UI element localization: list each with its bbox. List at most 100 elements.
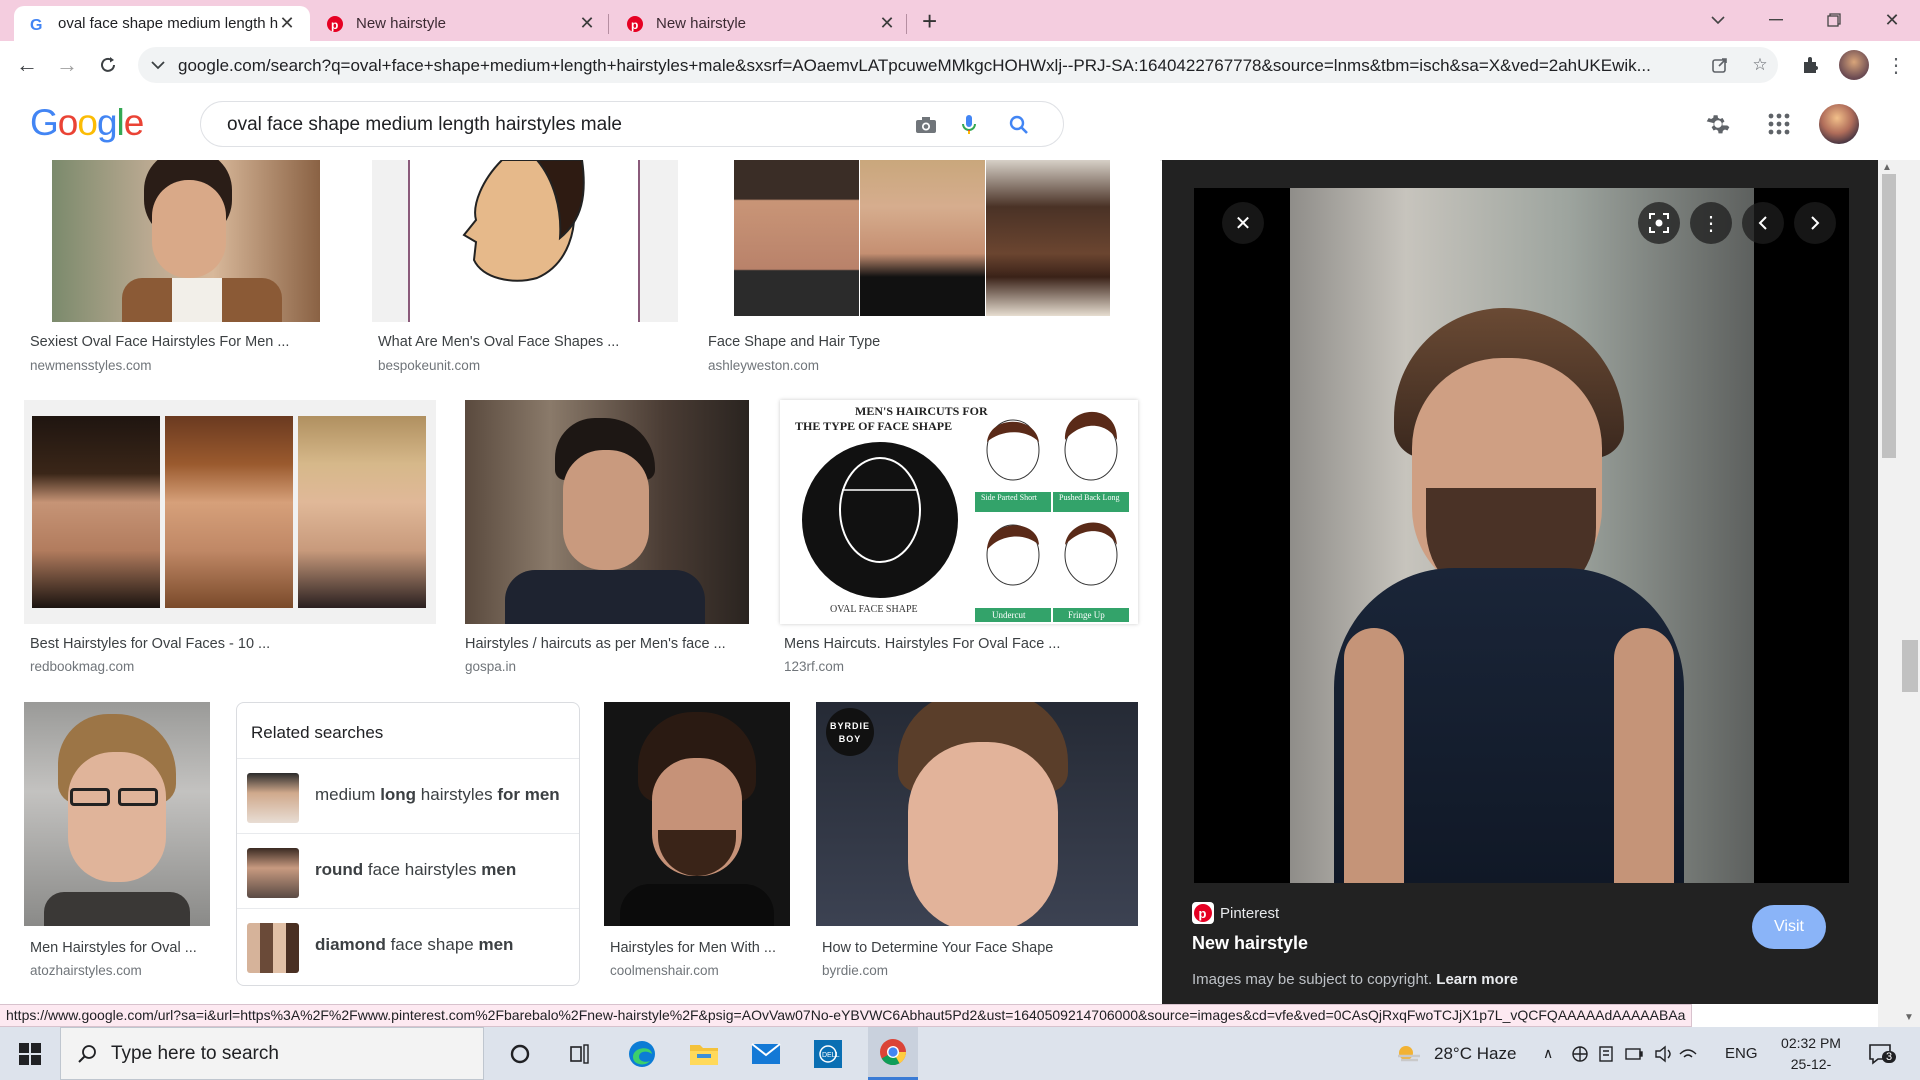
reload-button[interactable] [94,51,122,79]
result-thumbnail[interactable] [734,160,1110,316]
result-domain[interactable]: coolmenshair.com [610,963,719,978]
visit-button[interactable]: Visit [1752,905,1826,949]
result-thumbnail[interactable] [465,400,749,624]
address-bar[interactable]: google.com/search?q=oval+face+shape+medi… [138,47,1778,83]
back-button[interactable]: ← [13,51,41,79]
result-domain[interactable]: atozhairstyles.com [30,963,142,978]
preview-image[interactable] [1194,188,1849,883]
result-thumbnail[interactable]: BYRDIE BOY [816,702,1138,926]
result-thumbnail[interactable] [604,702,790,926]
dell-app-icon[interactable]: DELL [808,1035,848,1073]
learn-more-link[interactable]: Learn more [1436,971,1518,988]
lens-search-button[interactable] [1638,202,1680,244]
site-info-icon[interactable] [148,55,168,75]
result-caption[interactable]: How to Determine Your Face Shape [822,940,1053,956]
extensions-icon[interactable] [1797,51,1825,79]
result-domain[interactable]: gospa.in [465,659,516,674]
result-thumbnail[interactable] [24,702,210,926]
result-card[interactable]: What Are Men's Oval Face Shapes ... besp… [372,160,686,380]
share-icon[interactable] [1710,55,1730,75]
language-indicator[interactable]: ENG [1725,1027,1758,1080]
result-card[interactable]: Hairstyles for Men With ... coolmenshair… [604,702,790,992]
result-domain[interactable]: ashleyweston.com [708,358,819,373]
hidden-icons-chevron[interactable]: ∧ [1543,1027,1553,1080]
result-caption[interactable]: What Are Men's Oval Face Shapes ... [378,334,619,350]
taskbar-search-placeholder[interactable]: Type here to search [111,1043,279,1065]
related-search-item[interactable]: diamond face shape men [237,908,579,983]
close-icon[interactable]: ✕ [878,13,896,34]
result-caption[interactable]: Best Hairstyles for Oval Faces - 10 ... [30,636,270,652]
result-thumbnail[interactable] [372,160,678,322]
tab-pinterest-2[interactable]: p New hairstyle ✕ [612,6,910,41]
related-search-item[interactable]: medium long hairstyles for men [237,758,579,833]
next-image-button[interactable] [1794,202,1836,244]
preview-title[interactable]: New hairstyle [1192,933,1308,954]
result-caption[interactable]: Men Hairstyles for Oval ... [30,940,197,956]
related-search-text[interactable]: diamond face shape men [315,935,513,955]
result-card[interactable]: Men Hairstyles for Oval ... atozhairstyl… [24,702,214,992]
page-scroll-thumb[interactable] [1902,640,1918,692]
result-caption[interactable]: Face Shape and Hair Type [708,334,880,350]
tab-google-search[interactable]: G oval face shape medium length h ✕ [14,6,310,41]
previous-image-button[interactable] [1742,202,1784,244]
result-domain[interactable]: 123rf.com [784,659,844,674]
result-caption[interactable]: Sexiest Oval Face Hairstyles For Men ... [30,334,289,350]
tab-pinterest-1[interactable]: p New hairstyle ✕ [312,6,610,41]
bookmark-star-icon[interactable]: ☆ [1750,55,1770,75]
search-icon[interactable] [1007,113,1031,137]
tab-search-icon[interactable] [1706,8,1730,32]
result-card[interactable]: Sexiest Oval Face Hairstyles For Men ...… [24,160,348,380]
result-thumbnail[interactable] [24,400,436,624]
close-window-button[interactable]: ✕ [1880,8,1904,32]
google-apps-icon[interactable] [1764,109,1794,139]
related-search-text[interactable]: medium long hairstyles for men [315,785,560,805]
result-caption[interactable]: Hairstyles for Men With ... [610,940,776,956]
close-icon[interactable]: ✕ [578,13,596,34]
forward-button[interactable]: → [53,51,81,79]
result-card[interactable]: Hairstyles / haircuts as per Men's face … [459,400,759,674]
scroll-up-icon[interactable]: ▲ [1882,162,1892,173]
result-domain[interactable]: redbookmag.com [30,659,134,674]
chrome-menu-icon[interactable]: ⋮ [1882,51,1910,79]
result-card[interactable]: MEN'S HAIRCUTS FOR THE TYPE OF FACE SHAP… [780,400,1140,674]
restore-button[interactable] [1822,8,1846,32]
result-card[interactable]: Best Hairstyles for Oval Faces - 10 ... … [24,400,436,674]
tray-icons[interactable] [1570,1027,1720,1080]
more-options-icon[interactable]: ⋮ [1690,202,1732,244]
weather-widget[interactable]: 28°C Haze [1396,1027,1516,1080]
result-thumbnail[interactable]: MEN'S HAIRCUTS FOR THE TYPE OF FACE SHAP… [780,400,1138,624]
search-query[interactable]: oval face shape medium length hairstyles… [227,114,622,136]
panel-scroll-thumb[interactable] [1882,174,1896,458]
account-avatar[interactable] [1819,104,1859,144]
result-caption[interactable]: Hairstyles / haircuts as per Men's face … [465,636,726,652]
scroll-down-icon[interactable]: ▼ [1904,1012,1914,1023]
edge-browser-icon[interactable] [622,1035,662,1073]
clock[interactable]: 02:32 PM 25-12-2021 [1776,1033,1846,1080]
close-icon[interactable]: ✕ [278,13,296,34]
result-domain[interactable]: newmensstyles.com [30,358,152,373]
file-explorer-icon[interactable] [684,1035,724,1073]
task-view-icon[interactable] [560,1035,600,1073]
minimize-button[interactable] [1764,8,1788,32]
microphone-icon[interactable] [957,113,981,137]
profile-avatar[interactable] [1839,50,1869,80]
camera-icon[interactable] [914,113,938,137]
taskbar-search-box[interactable]: Type here to search [60,1027,484,1080]
result-card[interactable]: Face Shape and Hair Type ashleyweston.co… [704,160,1140,380]
settings-gear-icon[interactable] [1703,109,1733,139]
new-tab-button[interactable]: + [922,8,937,34]
related-search-item[interactable]: round face hairstyles men [237,833,579,908]
preview-source[interactable]: Pinterest [1220,905,1279,922]
url-text[interactable]: google.com/search?q=oval+face+shape+medi… [178,56,1698,76]
result-domain[interactable]: bespokeunit.com [378,358,480,373]
result-domain[interactable]: byrdie.com [822,963,888,978]
google-logo[interactable]: Google [30,102,144,144]
result-card[interactable]: BYRDIE BOY How to Determine Your Face Sha… [816,702,1140,992]
chrome-taskbar-icon[interactable] [868,1027,918,1080]
result-thumbnail[interactable] [52,160,320,322]
cortana-icon[interactable] [500,1035,540,1073]
related-search-text[interactable]: round face hairstyles men [315,860,516,880]
mail-icon[interactable] [746,1035,786,1073]
result-caption[interactable]: Mens Haircuts. Hairstyles For Oval Face … [784,636,1060,652]
page-scrollbar[interactable]: ▲ ▼ [1878,160,1920,1027]
